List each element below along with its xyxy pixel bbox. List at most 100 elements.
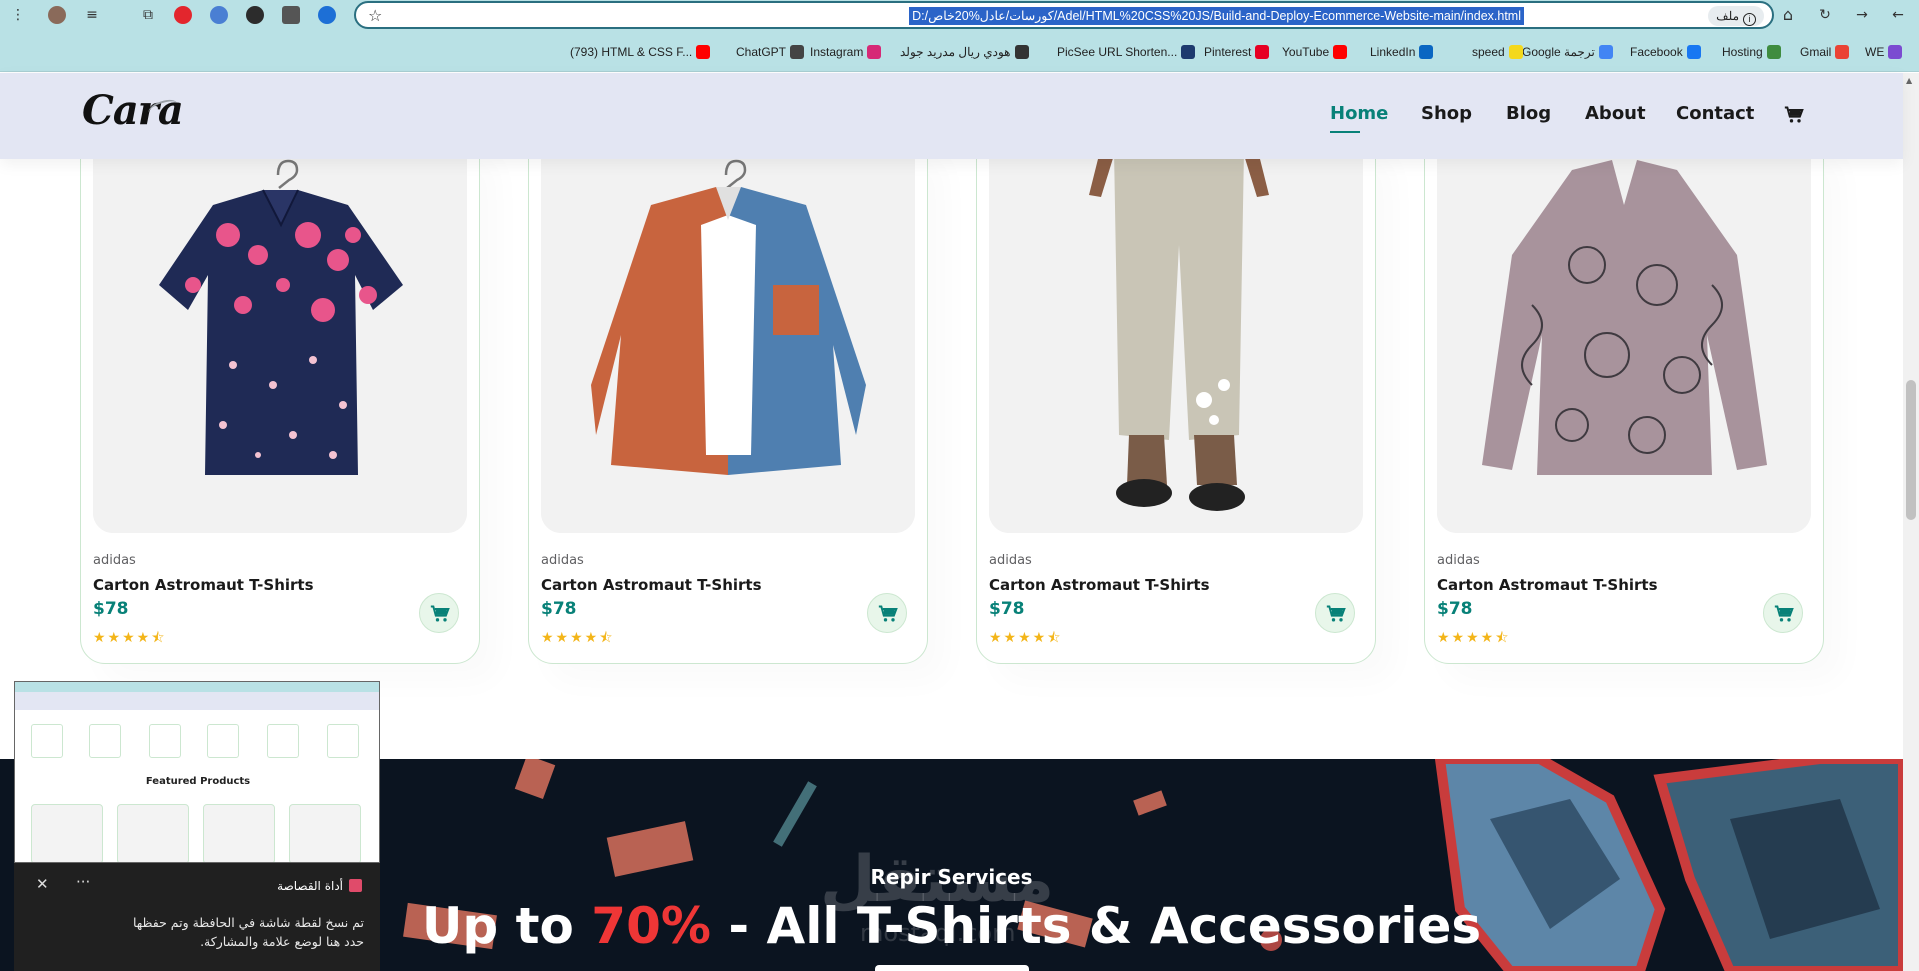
add-to-cart-button[interactable] — [1315, 593, 1355, 633]
bookmark-item[interactable]: Google ترجمة — [1522, 43, 1613, 61]
bookmark-favicon-icon — [1888, 45, 1903, 59]
snip-notification-panel[interactable]: ✕ ··· أداة القصاصة تم نسخ لقطة شاشة في ا… — [14, 863, 380, 971]
thumb-category-box — [149, 724, 181, 758]
scroll-up-arrow-icon[interactable]: ▲ — [1906, 76, 1912, 85]
snipping-tool-app-icon — [349, 879, 362, 892]
url-text[interactable]: D:/كورسات/عادل%20خاص/Adel/HTML%20CSS%20J… — [909, 7, 1524, 25]
thumb-category-box — [207, 724, 239, 758]
thumb-product-box — [31, 804, 103, 862]
bookmark-favicon-icon — [1014, 45, 1029, 59]
product-price: $78 — [1437, 599, 1473, 619]
bookmark-label: Instagram — [810, 45, 864, 59]
close-icon[interactable]: ✕ — [36, 875, 49, 893]
address-bar[interactable]: ☆ D:/كورسات/عادل%20خاص/Adel/HTML%20CSS%2… — [354, 1, 1774, 29]
bookmark-label: Gmail — [1800, 45, 1832, 59]
star-rating: ★★★★⯪ — [93, 630, 167, 646]
bookmark-star-icon[interactable]: ☆ — [368, 6, 382, 25]
cart-icon — [1774, 605, 1794, 622]
product-image[interactable] — [93, 135, 467, 533]
back-icon[interactable]: ← — [1888, 5, 1908, 25]
video-downloader-extension-icon[interactable] — [318, 6, 336, 24]
product-image[interactable] — [989, 135, 1363, 533]
thumb-category-box — [267, 724, 299, 758]
snipping-tool-notification[interactable]: Featured Products ✕ ··· أداة القصاصة تم … — [14, 681, 380, 971]
nav-blog[interactable]: Blog — [1506, 103, 1551, 124]
product-card[interactable]: adidas Carton Astromaut T-Shirts $78 ★★★… — [528, 134, 928, 664]
vpn-extension-icon[interactable] — [210, 6, 228, 24]
snip-message-line2: حدد هنا لوضع علامة والمشاركة. — [200, 934, 364, 949]
bookmark-item[interactable]: PicSee URL Shorten... — [1057, 43, 1196, 61]
bookmark-label: Google ترجمة — [1522, 45, 1595, 59]
thumb-category-box — [89, 724, 121, 758]
thumb-featured-heading: Featured Products — [145, 776, 251, 787]
bookmark-item[interactable]: speed — [1472, 43, 1523, 61]
bookmark-favicon-icon — [1766, 45, 1781, 59]
cart-icon — [430, 605, 450, 622]
bookmark-item[interactable]: Hosting — [1722, 43, 1781, 61]
opera-extension-icon[interactable] — [174, 6, 192, 24]
product-image[interactable] — [541, 135, 915, 533]
product-price: $78 — [93, 599, 129, 619]
nav-shop[interactable]: Shop — [1421, 103, 1472, 124]
bookmark-item[interactable]: Facebook — [1630, 43, 1701, 61]
snip-message-line1: تم نسخ لقطة شاشة في الحافظة وتم حفظها — [132, 915, 364, 930]
bookmark-item[interactable]: Instagram — [810, 43, 882, 61]
nav-about[interactable]: About — [1585, 103, 1646, 124]
forward-icon[interactable]: → — [1852, 5, 1872, 25]
bookmark-favicon-icon — [1835, 45, 1850, 59]
nav-contact[interactable]: Contact — [1676, 103, 1754, 124]
bookmark-favicon-icon — [1508, 45, 1523, 59]
product-brand: adidas — [989, 553, 1032, 568]
product-card[interactable]: adidas Carton Astromaut T-Shirts $78 ★★★… — [976, 134, 1376, 664]
header-cart-icon[interactable] — [1784, 105, 1804, 125]
home-icon[interactable]: ⌂ — [1778, 5, 1798, 25]
bookmark-item[interactable]: LinkedIn — [1370, 43, 1434, 61]
product-image[interactable] — [1437, 135, 1811, 533]
bookmark-item[interactable]: YouTube — [1282, 43, 1348, 61]
banner-discount: 70% — [591, 897, 711, 955]
site-info-chip[interactable]: ملف i — [1708, 6, 1764, 26]
add-to-cart-button[interactable] — [1763, 593, 1803, 633]
page-scrollbar-thumb[interactable] — [1906, 380, 1916, 520]
bookmark-item[interactable]: Pinterest — [1204, 43, 1270, 61]
extensions-icon[interactable]: ⧉ — [138, 5, 158, 25]
screen-capture-extension-icon[interactable] — [282, 6, 300, 24]
snip-message: تم نسخ لقطة شاشة في الحافظة وتم حفظها حد… — [44, 913, 364, 951]
nav-home[interactable]: Home — [1330, 103, 1388, 124]
product-brand: adidas — [541, 553, 584, 568]
banner-cta-button[interactable] — [875, 965, 1029, 971]
more-options-icon[interactable]: ··· — [76, 873, 90, 891]
bookmark-label: Facebook — [1630, 45, 1683, 59]
info-icon: i — [1743, 13, 1756, 26]
menu-dots-icon[interactable]: ⋮ — [8, 5, 28, 25]
bookmark-favicon-icon — [1333, 45, 1348, 59]
reading-list-icon[interactable]: ≡ — [82, 5, 102, 25]
add-to-cart-button[interactable] — [867, 593, 907, 633]
bookmark-item[interactable]: WE — [1865, 43, 1903, 61]
profile-avatar-icon[interactable] — [48, 6, 66, 24]
add-to-cart-button[interactable] — [419, 593, 459, 633]
bookmark-item[interactable]: هودي ريال مدريد جولد — [900, 43, 1029, 61]
nav-active-underline — [1330, 131, 1360, 133]
bookmark-label: (793) HTML & CSS F... — [570, 45, 693, 59]
page-scrollbar-track[interactable] — [1903, 73, 1919, 971]
bookmark-item[interactable]: ChatGPT — [736, 43, 805, 61]
thumb-site-header — [15, 692, 379, 710]
screenshot-thumbnail[interactable]: Featured Products — [14, 681, 380, 863]
product-card[interactable]: adidas Carton Astromaut T-Shirts $78 ★★★… — [80, 134, 480, 664]
product-name: Carton Astromaut T-Shirts — [1437, 576, 1658, 594]
bookmark-item[interactable]: (793) HTML & CSS F... — [570, 43, 711, 61]
product-card[interactable]: adidas Carton Astromaut T-Shirts $78 ★★★… — [1424, 134, 1824, 664]
reload-icon[interactable]: ↻ — [1815, 5, 1835, 25]
thumb-category-box — [327, 724, 359, 758]
product-name: Carton Astromaut T-Shirts — [93, 576, 314, 594]
bookmark-label: Hosting — [1722, 45, 1763, 59]
star-rating: ★★★★⯪ — [989, 630, 1063, 646]
bookmark-item[interactable]: Gmail — [1800, 43, 1850, 61]
cart-icon — [878, 605, 898, 622]
bookmark-label: هودي ريال مدريد جولد — [900, 45, 1011, 59]
thumb-browser-bar — [15, 682, 379, 692]
grammarly-extension-icon[interactable] — [246, 6, 264, 24]
site-header: Cara Home Shop Blog About Contact — [0, 73, 1903, 159]
thumb-product-box — [117, 804, 189, 862]
